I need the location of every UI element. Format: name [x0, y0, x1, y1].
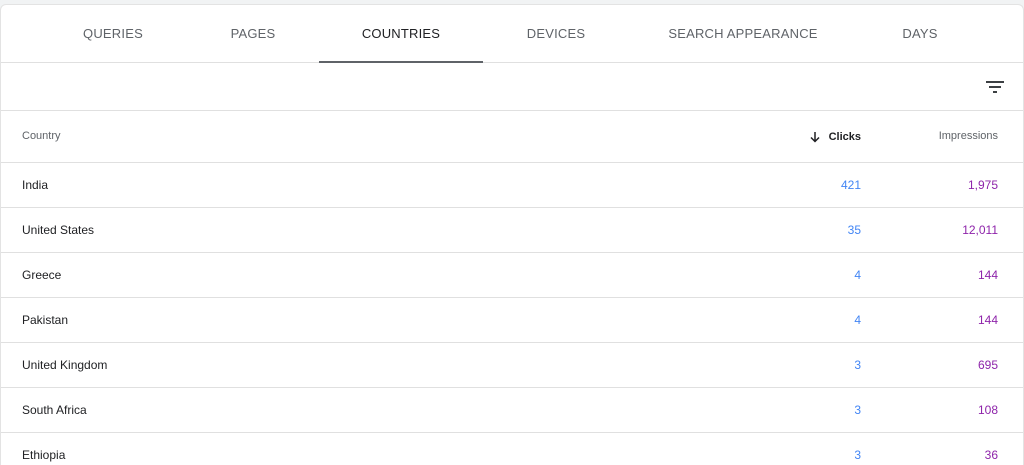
column-header-clicks[interactable]: Clicks [809, 111, 861, 162]
impressions-cell: 108 [977, 403, 998, 417]
clicks-cell: 4 [854, 268, 861, 282]
clicks-cell: 421 [840, 178, 861, 192]
clicks-cell: 3 [854, 403, 861, 417]
impressions-cell: 36 [984, 448, 998, 462]
tab-queries[interactable]: QUERIES [53, 5, 173, 62]
column-header-country[interactable]: Country [22, 111, 61, 162]
country-cell: South Africa [22, 403, 87, 417]
tab-devices[interactable]: DEVICES [495, 5, 617, 62]
country-cell: United Kingdom [22, 358, 108, 372]
table-row[interactable]: United States 35 12,011 [1, 208, 1023, 253]
performance-report-card: QUERIES PAGES COUNTRIES DEVICES SEARCH A… [0, 4, 1024, 465]
country-cell: India [22, 178, 49, 192]
table-toolbar [1, 63, 1023, 111]
column-header-impressions[interactable]: Impressions [939, 111, 998, 162]
dimension-tabs: QUERIES PAGES COUNTRIES DEVICES SEARCH A… [1, 5, 1023, 63]
impressions-cell: 1,975 [967, 178, 998, 192]
table-body: India 421 1,975 United States 35 12,011 … [1, 163, 1023, 465]
impressions-cell: 144 [977, 313, 998, 327]
country-cell: United States [22, 223, 95, 237]
table-row[interactable]: United Kingdom 3 695 [1, 343, 1023, 388]
table-row[interactable]: India 421 1,975 [1, 163, 1023, 208]
clicks-cell: 3 [854, 448, 861, 462]
tab-search-appearance[interactable]: SEARCH APPEARANCE [657, 5, 829, 62]
tab-countries[interactable]: COUNTRIES [319, 5, 483, 62]
table-row[interactable]: South Africa 3 108 [1, 388, 1023, 433]
filter-button[interactable] [983, 75, 1007, 99]
impressions-cell: 695 [977, 358, 998, 372]
impressions-cell: 144 [977, 268, 998, 282]
table-row[interactable]: Greece 4 144 [1, 253, 1023, 298]
country-cell: Ethiopia [22, 448, 66, 462]
table-row[interactable]: Ethiopia 3 36 [1, 433, 1023, 465]
impressions-cell: 12,011 [962, 223, 998, 237]
country-cell: Pakistan [22, 313, 69, 327]
table-row[interactable]: Pakistan 4 144 [1, 298, 1023, 343]
table-header-row: Country Clicks Impressions [1, 111, 1023, 163]
clicks-cell: 35 [847, 223, 861, 237]
filter-list-icon [986, 81, 1004, 93]
arrow-down-icon [810, 131, 820, 143]
clicks-cell: 3 [854, 358, 861, 372]
tab-pages[interactable]: PAGES [193, 5, 313, 62]
tab-days[interactable]: DAYS [869, 5, 971, 62]
clicks-cell: 4 [854, 313, 861, 327]
column-header-clicks-label: Clicks [828, 130, 861, 143]
country-cell: Greece [22, 268, 62, 282]
